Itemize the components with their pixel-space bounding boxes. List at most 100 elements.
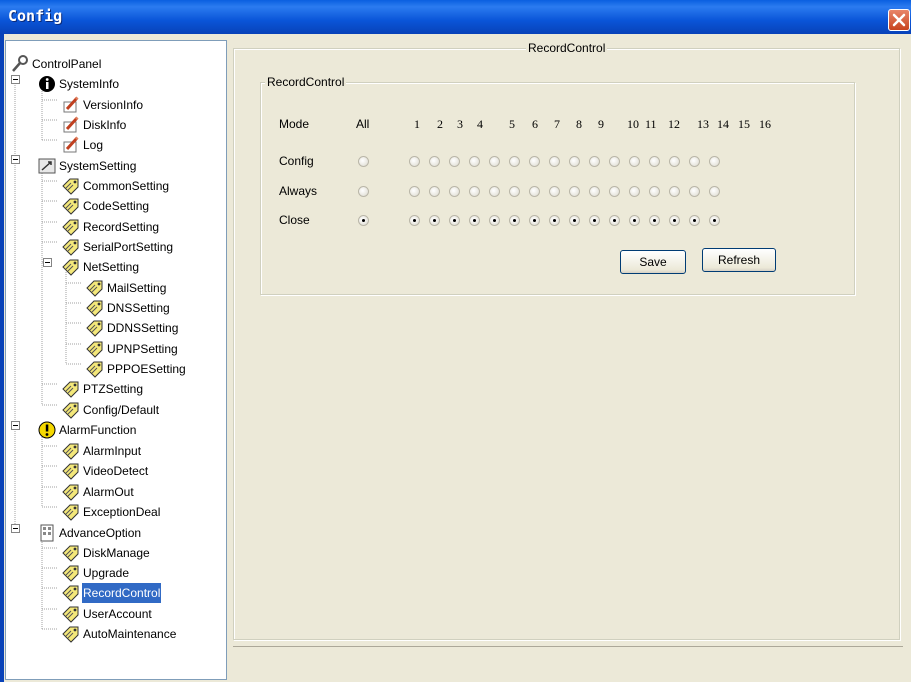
radio-config-ch8[interactable] [549, 156, 560, 167]
radio-config-ch1[interactable] [409, 156, 420, 167]
radio-config-ch6[interactable] [509, 156, 520, 167]
radio-always-all[interactable] [358, 186, 369, 197]
radio-config-ch10[interactable] [589, 156, 600, 167]
collapse-toggle-systeminfo[interactable] [11, 75, 20, 84]
tree-item-log[interactable]: Log [62, 135, 104, 155]
radio-config-ch16[interactable] [709, 156, 720, 167]
radio-close-ch10[interactable] [589, 215, 600, 226]
radio-close-ch8[interactable] [549, 215, 560, 226]
radio-config-all[interactable] [358, 156, 369, 167]
tag-icon [62, 504, 79, 521]
collapse-toggle-advanceoption[interactable] [11, 524, 20, 533]
window-title: Config [8, 7, 63, 25]
radio-always-ch7[interactable] [529, 186, 540, 197]
tree-item-alarminput[interactable]: AlarmInput [62, 441, 142, 461]
tree-item-alarmout[interactable]: AlarmOut [62, 482, 135, 502]
tree-item-videodetect[interactable]: VideoDetect [62, 461, 149, 481]
tag-icon [86, 280, 103, 297]
radio-always-ch3[interactable] [449, 186, 460, 197]
radio-config-ch3[interactable] [449, 156, 460, 167]
radio-config-ch11[interactable] [609, 156, 620, 167]
radio-close-ch13[interactable] [649, 215, 660, 226]
tree-item-ddnssetting[interactable]: DDNSSetting [86, 318, 179, 338]
tree-item-serialportsetting[interactable]: SerialPortSetting [62, 237, 174, 257]
refresh-button[interactable]: Refresh [702, 248, 776, 272]
radio-close-ch5[interactable] [489, 215, 500, 226]
tree-item-dnssetting[interactable]: DNSSetting [86, 298, 171, 318]
radio-always-ch4[interactable] [469, 186, 480, 197]
radio-always-ch10[interactable] [589, 186, 600, 197]
radio-always-ch12[interactable] [629, 186, 640, 197]
radio-close-ch11[interactable] [609, 215, 620, 226]
tree-item-recordsetting[interactable]: RecordSetting [62, 217, 160, 237]
close-button[interactable] [888, 9, 910, 31]
radio-always-ch15[interactable] [689, 186, 700, 197]
radio-close-ch6[interactable] [509, 215, 520, 226]
radio-always-ch13[interactable] [649, 186, 660, 197]
radio-config-ch2[interactable] [429, 156, 440, 167]
tree-item-label: DiskManage [83, 546, 150, 560]
tree-item-systemsetting[interactable]: SystemSetting [38, 156, 137, 176]
tree-item-mailsetting[interactable]: MailSetting [86, 278, 167, 298]
radio-close-ch15[interactable] [689, 215, 700, 226]
collapse-toggle-alarmfunction[interactable] [11, 421, 20, 430]
tree-item-label: Config/Default [83, 403, 160, 417]
tree-item-diskinfo[interactable]: DiskInfo [62, 115, 127, 135]
tree-item-upgrade[interactable]: Upgrade [62, 563, 130, 583]
tree-item-exceptiondeal[interactable]: ExceptionDeal [62, 502, 161, 522]
radio-close-ch2[interactable] [429, 215, 440, 226]
collapse-toggle-netsetting[interactable] [43, 258, 52, 267]
tree-item-versioninfo[interactable]: VersionInfo [62, 95, 144, 115]
tree-item-commonsetting[interactable]: CommonSetting [62, 176, 170, 196]
radio-config-ch7[interactable] [529, 156, 540, 167]
tree-item-controlpanel[interactable]: ControlPanel [11, 54, 102, 74]
radio-always-ch5[interactable] [489, 186, 500, 197]
tree-item-ptzsetting[interactable]: PTZSetting [62, 379, 144, 399]
radio-always-ch1[interactable] [409, 186, 420, 197]
row-label-always: Always [279, 184, 318, 198]
radio-always-ch9[interactable] [569, 186, 580, 197]
radio-close-all[interactable] [358, 215, 369, 226]
tree-item-recordcontrol[interactable]: RecordControl [62, 583, 162, 603]
radio-close-ch1[interactable] [409, 215, 420, 226]
tree-item-label: AlarmFunction [59, 423, 137, 437]
tag-icon [62, 381, 79, 398]
tree-item-label: RecordSetting [83, 220, 160, 234]
tree-item-alarmfunction[interactable]: AlarmFunction [38, 420, 137, 440]
radio-close-ch3[interactable] [449, 215, 460, 226]
tree-item-codesetting[interactable]: CodeSetting [62, 196, 150, 216]
radio-close-ch4[interactable] [469, 215, 480, 226]
collapse-toggle-systemsetting[interactable] [11, 155, 20, 164]
radio-config-ch9[interactable] [569, 156, 580, 167]
save-button[interactable]: Save [620, 250, 686, 274]
tree-item-upnpsetting[interactable]: UPNPSetting [86, 339, 179, 359]
radio-close-ch7[interactable] [529, 215, 540, 226]
radio-close-ch12[interactable] [629, 215, 640, 226]
radio-close-ch9[interactable] [569, 215, 580, 226]
radio-config-ch13[interactable] [649, 156, 660, 167]
tag-icon [62, 239, 79, 256]
radio-close-ch16[interactable] [709, 215, 720, 226]
radio-always-ch11[interactable] [609, 186, 620, 197]
radio-always-ch2[interactable] [429, 186, 440, 197]
tree-item-automaintenance[interactable]: AutoMaintenance [62, 624, 177, 644]
tree-item-config-default[interactable]: Config/Default [62, 400, 160, 420]
title-bar[interactable]: Config [0, 0, 911, 34]
tree-item-diskmanage[interactable]: DiskManage [62, 543, 151, 563]
radio-always-ch14[interactable] [669, 186, 680, 197]
radio-always-ch8[interactable] [549, 186, 560, 197]
tree-item-pppoesetting[interactable]: PPPOESetting [86, 359, 187, 379]
tree-item-advanceoption[interactable]: AdvanceOption [38, 523, 142, 543]
tree-item-systeminfo[interactable]: SystemInfo [38, 74, 120, 94]
radio-config-ch12[interactable] [629, 156, 640, 167]
radio-config-ch5[interactable] [489, 156, 500, 167]
tree-item-netsetting[interactable]: NetSetting [62, 257, 140, 277]
navigation-tree[interactable]: ControlPanel SystemInfo VersionInfo DiskInf… [5, 40, 227, 680]
radio-config-ch4[interactable] [469, 156, 480, 167]
radio-config-ch14[interactable] [669, 156, 680, 167]
radio-always-ch6[interactable] [509, 186, 520, 197]
tree-item-useraccount[interactable]: UserAccount [62, 604, 153, 624]
radio-always-ch16[interactable] [709, 186, 720, 197]
radio-config-ch15[interactable] [689, 156, 700, 167]
radio-close-ch14[interactable] [669, 215, 680, 226]
